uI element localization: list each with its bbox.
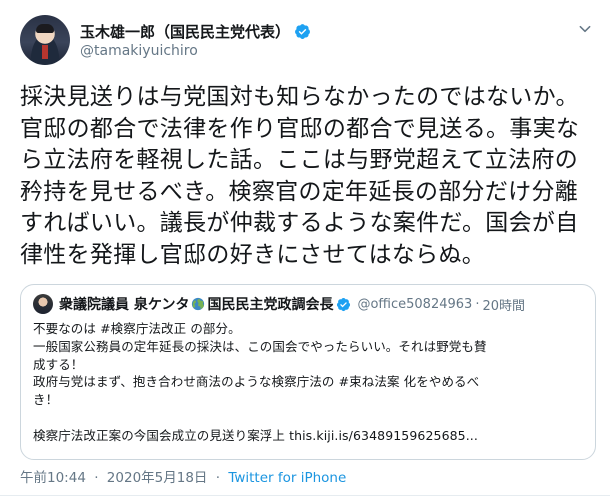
tweet-footer: 午前10:44 · 2020年5月18日 · Twitter for iPhon… bbox=[20, 466, 346, 486]
quoted-avatar bbox=[33, 294, 53, 314]
tweet-header: 玉木雄一郎（国民民主党代表） @tamakiyuichiro bbox=[20, 14, 592, 66]
separator-dot: · bbox=[475, 296, 480, 312]
handle[interactable]: @tamakiyuichiro bbox=[80, 43, 311, 59]
quoted-line bbox=[33, 409, 583, 427]
tweet-text: 採決見送りは与党国対も知らなかったのではないか。 官邸の都合で法律を作り官邸の都… bbox=[20, 82, 596, 271]
separator-dot: · bbox=[215, 470, 221, 486]
tweet-line: 官邸の都合で法律を作り官邸の都合で見送る。事実な bbox=[20, 115, 580, 142]
verified-badge-icon bbox=[295, 23, 310, 39]
quoted-tweet[interactable]: 衆議院議員 泉ケンタ 国民民主党政調会長 @office50824963 · 2… bbox=[20, 284, 596, 460]
earth-globe-icon bbox=[192, 297, 205, 311]
quoted-display-name: 衆議院議員 泉ケンタ bbox=[59, 297, 190, 313]
quoted-line: 政府与党はまず、抱き合わせ商法のような検察庁法の #束ね法案 化をやめるべ bbox=[33, 374, 480, 390]
separator-dot: · bbox=[94, 470, 99, 486]
quoted-line: 検察庁法改正案の今国会成立の見送り案浮上 this.kiji.is/634891… bbox=[33, 427, 478, 443]
tweet-date[interactable]: 2020年5月18日 bbox=[107, 470, 208, 486]
quoted-line: 一般国家公務員の定年延長の採決は、この国会でやったらいい。それは野党も賛 bbox=[33, 338, 487, 354]
quoted-timestamp[interactable]: 20時間 bbox=[482, 295, 525, 314]
tweet-line: 律性を発揮し官邸の好きにさせてはならぬ。 bbox=[20, 241, 486, 268]
chevron-down-icon[interactable] bbox=[578, 22, 592, 36]
quoted-line: 不要なのは #検察庁法改正 の部分。 bbox=[33, 321, 241, 336]
tweet-line: ら立法府を軽視した話。ここは与野党超えて立法府の bbox=[20, 147, 579, 173]
quoted-line: 成する！ bbox=[33, 356, 84, 372]
tweet-line: 矜持を見せるべき。検察官の定年延長の部分だけ分離 bbox=[20, 178, 579, 205]
verified-badge-icon bbox=[337, 297, 351, 311]
quoted-tweet-header: 衆議院議員 泉ケンタ 国民民主党政調会長 @office50824963 · 2… bbox=[33, 294, 583, 314]
tweet-line: すればいい。議長が仲裁するような案件だ。国会が自 bbox=[20, 210, 579, 236]
author-names: 玉木雄一郎（国民民主党代表） @tamakiyuichiro bbox=[80, 21, 311, 59]
quoted-line: き！ bbox=[33, 392, 59, 408]
tweet-time[interactable]: 午前10:44 bbox=[20, 470, 86, 486]
display-name[interactable]: 玉木雄一郎（国民民主党代表） bbox=[80, 21, 290, 42]
tweet-source-link[interactable]: Twitter for iPhone bbox=[228, 470, 346, 486]
quoted-title: 国民民主党政調会長 bbox=[207, 297, 334, 313]
divider bbox=[0, 495, 610, 496]
tweet-line: 採決見送りは与党国対も知らなかったのではないか。 bbox=[20, 84, 579, 110]
quoted-tweet-text: 不要なのは #検察庁法改正 の部分。 一般国家公務員の定年延長の採決は、この国会… bbox=[33, 320, 583, 445]
quoted-handle: @office50824963 bbox=[357, 296, 473, 312]
name-row: 玉木雄一郎（国民民主党代表） bbox=[80, 21, 311, 41]
avatar[interactable] bbox=[20, 15, 70, 65]
tweet: 玉木雄一郎（国民民主党代表） @tamakiyuichiro 採決見送りは与党国… bbox=[0, 0, 610, 497]
